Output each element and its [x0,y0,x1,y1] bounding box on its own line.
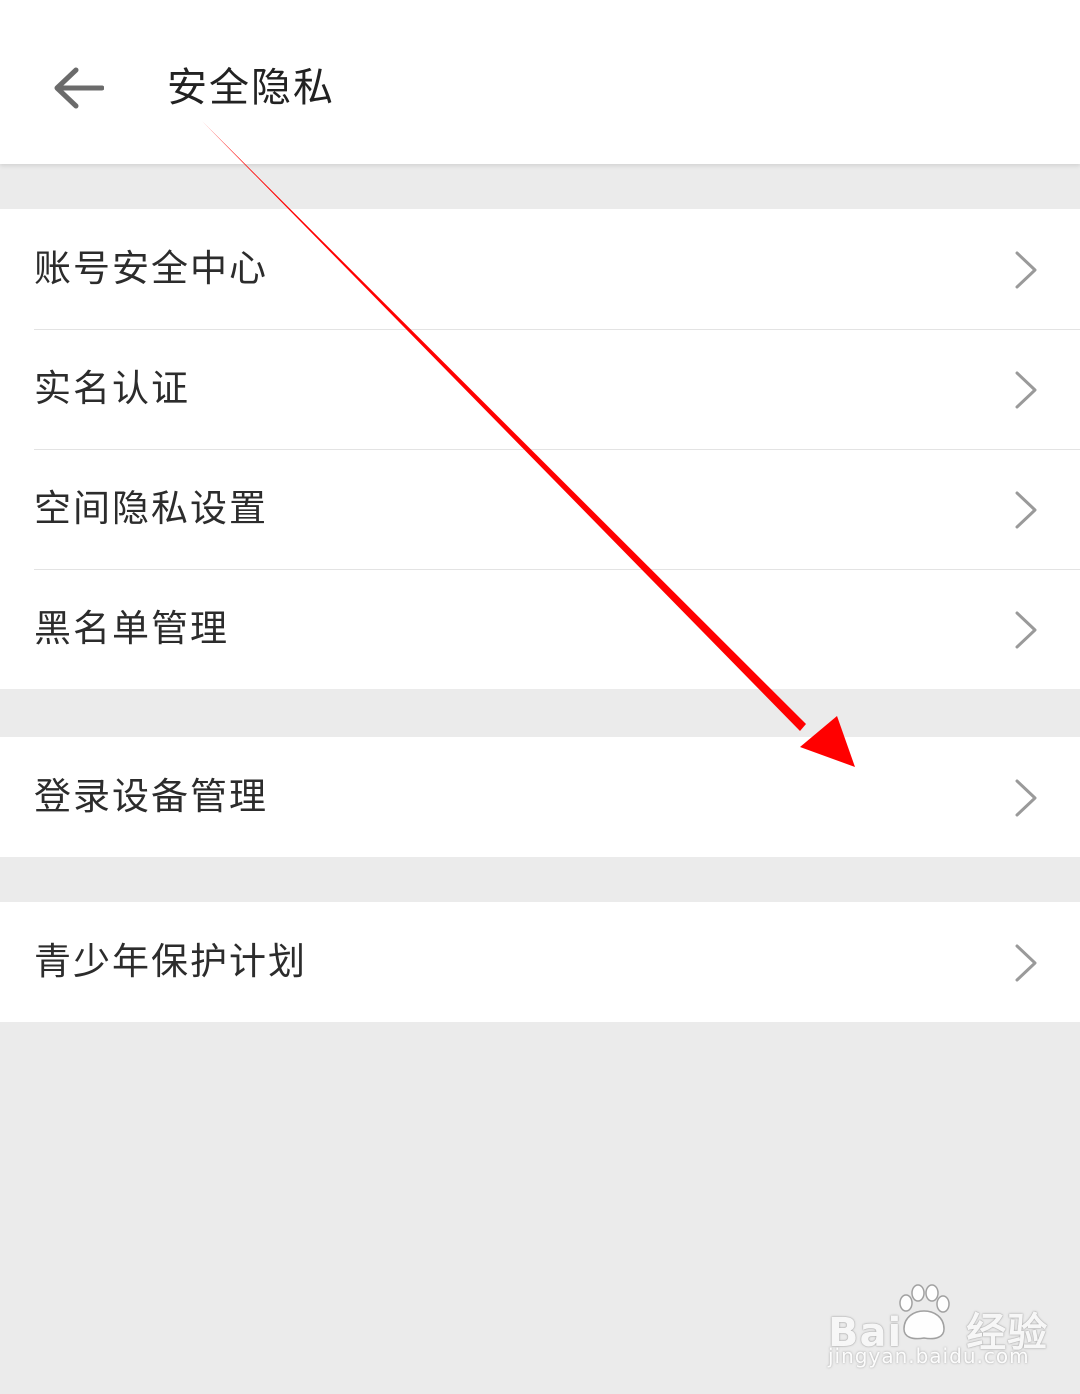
list-item-account-security-center[interactable]: 账号安全中心 [0,209,1080,329]
list-item-label: 青少年保护计划 [34,940,307,983]
list-item-blacklist-management[interactable]: 黑名单管理 [0,569,1080,689]
list-item-label: 实名认证 [34,367,190,410]
list-item-space-privacy-settings[interactable]: 空间隐私设置 [0,449,1080,569]
page-title: 安全隐私 [167,65,335,111]
paw-icon [899,1284,950,1340]
chevron-right-icon [1015,491,1037,529]
settings-group-devices: 登录设备管理 [0,737,1080,857]
list-item-label: 黑名单管理 [34,607,229,650]
arrow-left-icon [54,67,104,109]
list-item-label: 账号安全中心 [34,247,268,290]
list-item-label: 空间隐私设置 [34,487,268,530]
list-item-login-device-management[interactable]: 登录设备管理 [0,737,1080,857]
settings-group-youth: 青少年保护计划 [0,902,1080,1022]
top-app-bar: 安全隐私 [0,0,1080,164]
chevron-right-icon [1015,371,1037,409]
chevron-right-icon [1015,611,1037,649]
back-button[interactable] [40,50,116,126]
list-item-youth-protection-plan[interactable]: 青少年保护计划 [0,902,1080,1022]
chevron-right-icon [1015,251,1037,289]
list-item-label: 登录设备管理 [34,775,268,818]
watermark-url: jingyan.baidu.com [828,1344,1030,1368]
chevron-right-icon [1015,944,1037,982]
list-item-real-name-verification[interactable]: 实名认证 [0,329,1080,449]
chevron-right-icon [1015,779,1037,817]
settings-group-security: 账号安全中心 实名认证 空间隐私设置 黑名单管理 [0,209,1080,689]
